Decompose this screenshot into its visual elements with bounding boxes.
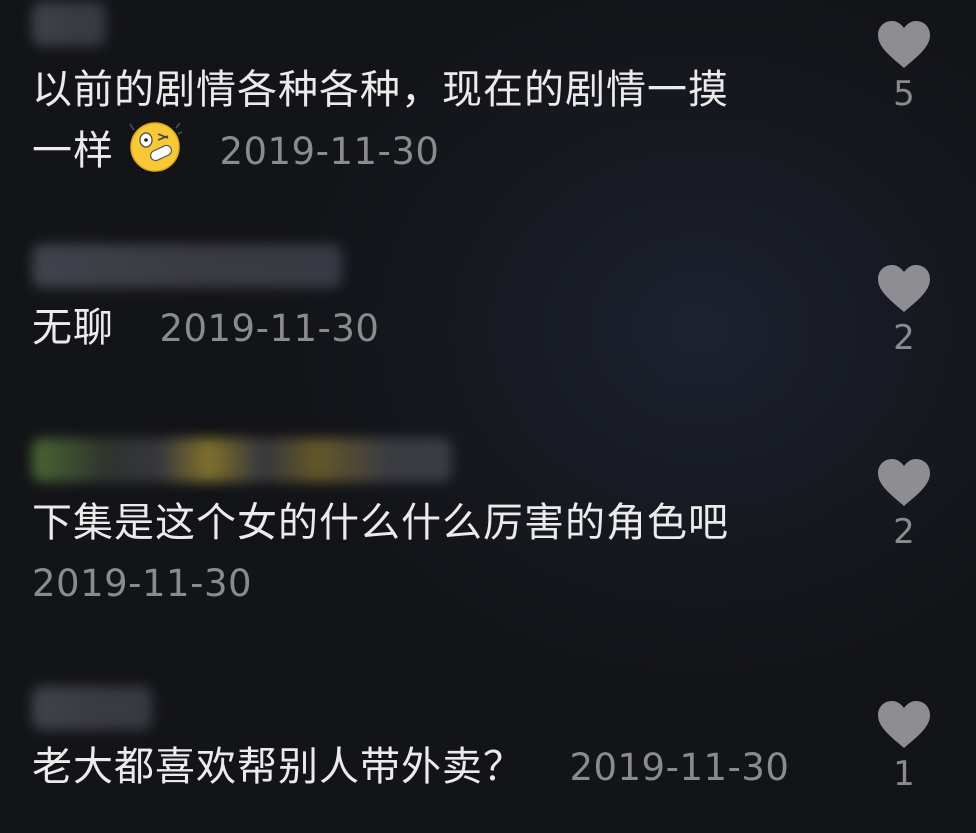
username-blurred[interactable] [32, 2, 106, 46]
heart-icon[interactable] [874, 20, 934, 70]
like-button[interactable]: 2 [874, 264, 934, 358]
shocked-emoji-icon [128, 120, 183, 174]
like-count: 2 [893, 512, 915, 552]
comment-date: 2019-11-30 [159, 307, 380, 350]
heart-icon[interactable] [874, 264, 934, 314]
comment-text-line1: 老大都喜欢帮别人带外卖？ [32, 744, 524, 790]
like-button[interactable]: 5 [874, 20, 934, 114]
comment-text-line2: 一样 [32, 128, 114, 174]
like-button[interactable]: 2 [874, 458, 934, 552]
heart-icon[interactable] [874, 700, 934, 750]
comment-date: 2019-11-30 [219, 130, 440, 173]
comment-text[interactable]: 无聊 2019-11-30 [32, 298, 822, 359]
comment-text[interactable]: 老大都喜欢帮别人带外卖？ 2019-11-30 [32, 737, 822, 798]
comment-text[interactable]: 以前的剧情各种各种，现在的剧情一摸 一样 2019-11-30 [32, 60, 822, 182]
comment-date: 2019-11-30 [569, 746, 790, 789]
username-blurred[interactable] [32, 686, 152, 730]
comment-date: 2019-11-30 [32, 562, 253, 605]
like-button[interactable]: 1 [874, 700, 934, 794]
heart-icon[interactable] [874, 458, 934, 508]
comment-text-line1: 无聊 [32, 305, 114, 351]
like-count: 5 [893, 74, 915, 114]
username-blurred[interactable] [32, 244, 342, 288]
comment-text-line1: 以前的剧情各种各种，现在的剧情一摸 [32, 67, 729, 113]
like-count: 1 [893, 754, 915, 794]
comment-text-line1: 下集是这个女的什么什么厉害的角色吧 [32, 500, 729, 546]
comment-text[interactable]: 下集是这个女的什么什么厉害的角色吧 2019-11-30 [32, 493, 822, 614]
like-count: 2 [893, 318, 915, 358]
username-blurred[interactable] [32, 438, 452, 482]
